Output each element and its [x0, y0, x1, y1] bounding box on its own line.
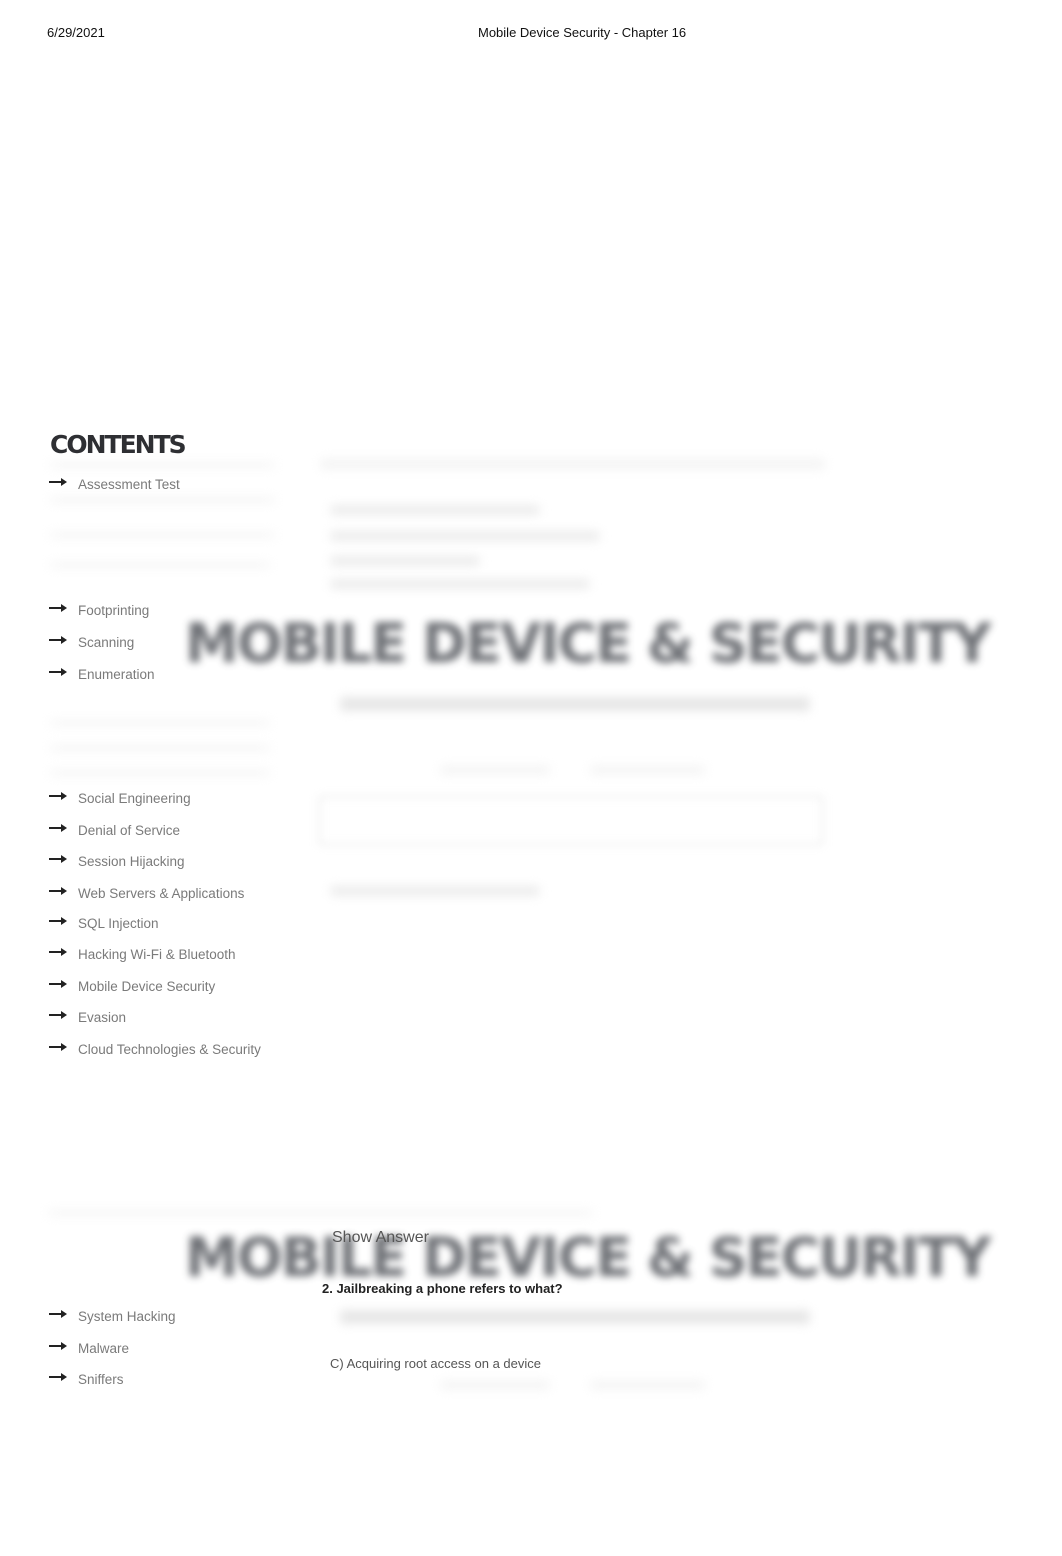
banner-subtitle-blurred: [340, 697, 810, 711]
blurred-divider: [50, 562, 270, 568]
toc-item-label: System Hacking: [78, 1308, 176, 1324]
toc-item-label: Denial of Service: [78, 822, 181, 838]
blurred-button: [440, 765, 550, 775]
blurred-header-bar: [48, 1210, 593, 1216]
blurred-text-line: [330, 556, 480, 566]
blurred-divider: [50, 497, 275, 503]
toc-item-cloud-technologies-security[interactable]: Cloud Technologies & Security: [49, 1039, 261, 1059]
right-arrow-icon: [49, 916, 67, 926]
toc-item-label: Hacking Wi-Fi & Bluetooth: [78, 946, 236, 962]
toc-item-denial-of-service[interactable]: Denial of Service: [49, 820, 180, 840]
blurred-text-line: [330, 886, 540, 896]
toc-item-scanning[interactable]: Scanning: [49, 632, 134, 652]
blurred-button: [590, 1380, 705, 1390]
toc-item-sniffers[interactable]: Sniffers: [49, 1369, 124, 1389]
show-answer-button[interactable]: Show Answer: [332, 1229, 429, 1247]
blurred-button: [440, 1380, 550, 1390]
toc-item-label: Malware: [78, 1340, 130, 1356]
blurred-divider: [50, 462, 275, 468]
blurred-divider: [50, 532, 275, 538]
question-text: 2. Jailbreaking a phone refers to what?: [322, 1281, 563, 1296]
blurred-header-bar: [320, 458, 825, 470]
right-arrow-icon: [49, 979, 67, 989]
toc-item-web-servers-applications[interactable]: Web Servers & Applications: [49, 883, 244, 903]
contents-title: CONTENTS: [50, 430, 187, 459]
banner-title: MOBILE DEVICE & SECURITY: [185, 612, 992, 675]
toc-item-label: Sniffers: [78, 1371, 124, 1387]
right-arrow-icon: [49, 854, 67, 864]
toc-item-malware[interactable]: Malware: [49, 1338, 129, 1358]
right-arrow-icon: [49, 1010, 67, 1020]
right-arrow-icon: [49, 477, 67, 487]
banner-title-repeat: MOBILE DEVICE & SECURITY: [185, 1226, 992, 1289]
print-title: Mobile Device Security - Chapter 16: [478, 25, 687, 40]
right-arrow-icon: [49, 635, 67, 645]
right-arrow-icon: [49, 667, 67, 677]
toc-item-hacking-wifi-bluetooth[interactable]: Hacking Wi-Fi & Bluetooth: [49, 944, 236, 964]
right-arrow-icon: [49, 823, 67, 833]
blurred-button: [590, 765, 705, 775]
toc-item-footprinting[interactable]: Footprinting: [49, 600, 149, 620]
toc-item-system-hacking[interactable]: System Hacking: [49, 1306, 176, 1326]
right-arrow-icon: [49, 886, 67, 896]
right-arrow-icon: [49, 1309, 67, 1319]
blurred-panel: [318, 795, 824, 846]
toc-item-session-hijacking[interactable]: Session Hijacking: [49, 851, 185, 871]
toc-item-mobile-device-security[interactable]: Mobile Device Security: [49, 976, 215, 996]
blurred-text-line: [330, 531, 600, 541]
answer-text: C) Acquiring root access on a device: [330, 1356, 541, 1371]
right-arrow-icon: [49, 1372, 67, 1382]
toc-item-social-engineering[interactable]: Social Engineering: [49, 788, 191, 808]
toc-item-label: Cloud Technologies & Security: [78, 1041, 261, 1057]
toc-item-label: Footprinting: [78, 602, 150, 618]
toc-item-label: Assessment Test: [78, 476, 180, 492]
toc-item-label: Scanning: [78, 634, 135, 650]
blurred-text-line: [330, 579, 590, 589]
print-header: 6/29/2021 Mobile Device Security - Chapt…: [0, 25, 1062, 41]
toc-item-evasion[interactable]: Evasion: [49, 1007, 126, 1027]
toc-item-label: Evasion: [78, 1009, 127, 1025]
toc-item-label: Social Engineering: [78, 790, 191, 806]
right-arrow-icon: [49, 947, 67, 957]
toc-item-label: Web Servers & Applications: [78, 885, 245, 901]
right-arrow-icon: [49, 1341, 67, 1351]
toc-item-assessment-test[interactable]: Assessment Test: [49, 474, 180, 494]
blurred-divider: [50, 770, 270, 776]
right-arrow-icon: [49, 603, 67, 613]
right-arrow-icon: [49, 791, 67, 801]
blurred-divider: [50, 720, 270, 726]
right-arrow-icon: [49, 1042, 67, 1052]
blurred-divider: [50, 745, 270, 751]
toc-item-sql-injection[interactable]: SQL Injection: [49, 913, 159, 933]
toc-item-label: Session Hijacking: [78, 853, 185, 869]
toc-item-label: Mobile Device Security: [78, 978, 216, 994]
toc-item-label: SQL Injection: [78, 915, 159, 931]
blurred-text-line: [330, 505, 540, 515]
print-date: 6/29/2021: [47, 25, 105, 40]
banner-subtitle-blurred: [340, 1310, 810, 1324]
toc-item-label: Enumeration: [78, 666, 155, 682]
toc-item-enumeration[interactable]: Enumeration: [49, 664, 155, 684]
